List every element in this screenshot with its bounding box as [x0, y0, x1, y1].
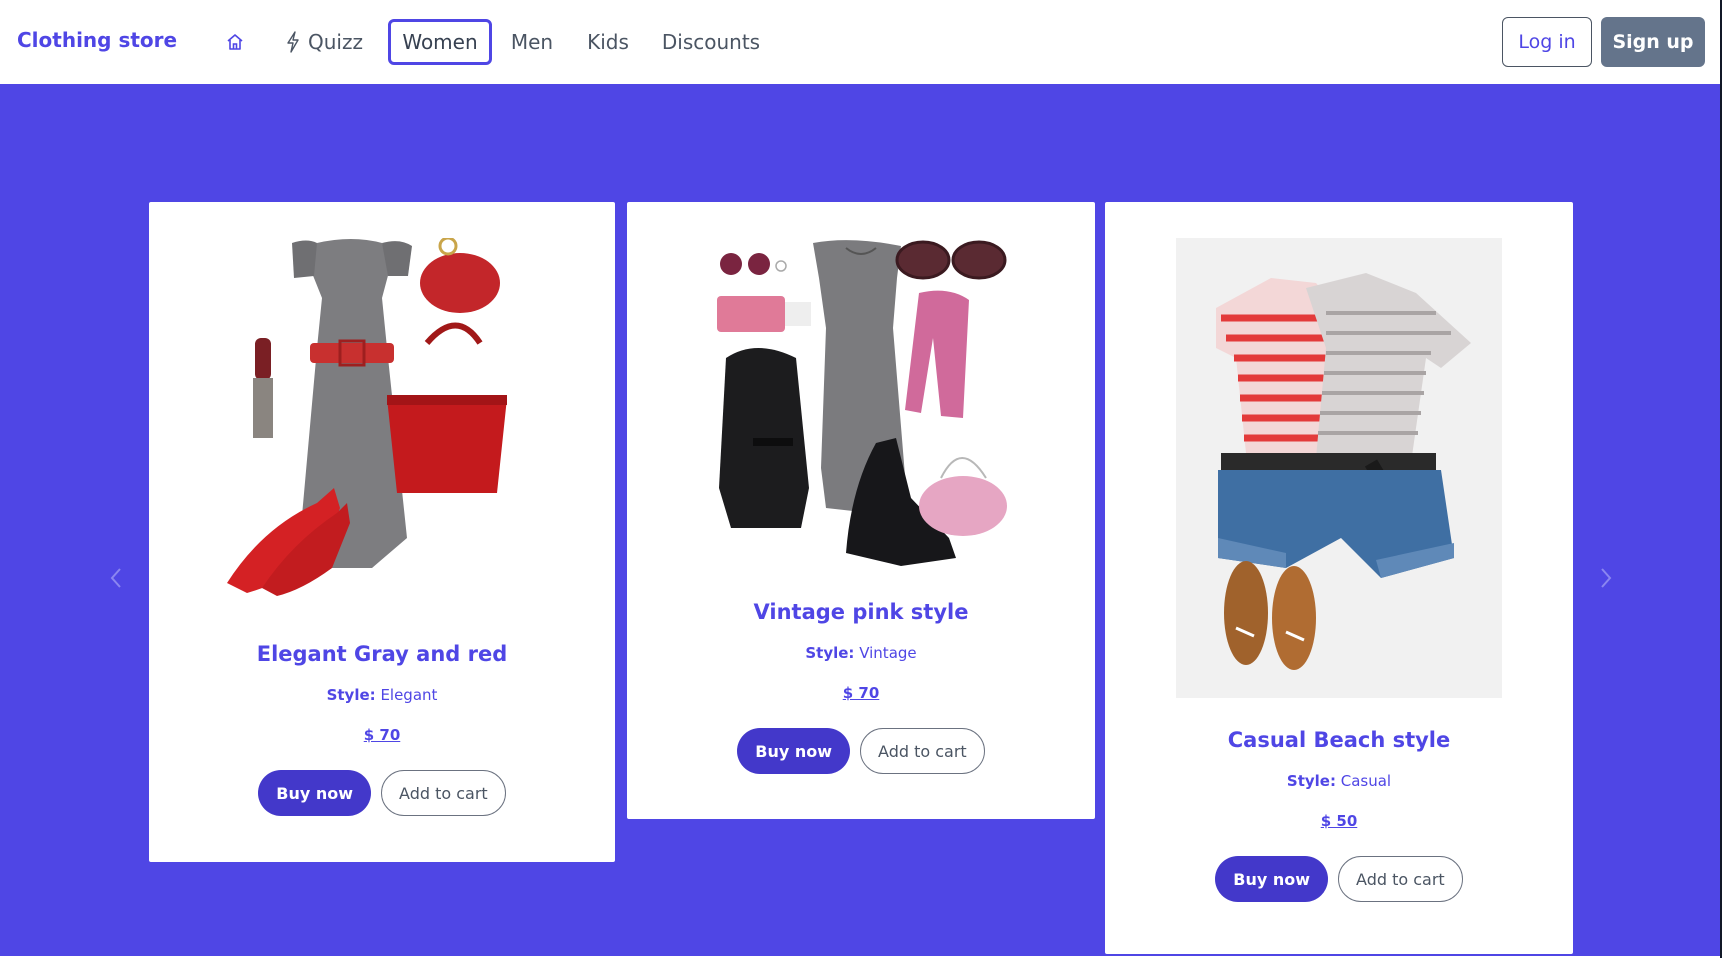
product-actions: Buy now Add to cart: [1215, 856, 1463, 902]
buy-now-button[interactable]: Buy now: [258, 770, 372, 816]
product-image[interactable]: [1176, 238, 1502, 698]
product-style: Style: Casual: [1287, 772, 1391, 790]
style-label: Style:: [326, 686, 376, 704]
style-label: Style:: [805, 644, 855, 662]
product-card: Casual Beach style Style: Casual $ 50 Bu…: [1105, 202, 1573, 954]
nav-discounts[interactable]: Discounts: [660, 19, 762, 65]
product-price[interactable]: $ 70: [364, 726, 401, 744]
nav-women[interactable]: Women: [388, 19, 492, 65]
outfit-carousel: Elegant Gray and red Style: Elegant $ 70…: [0, 84, 1720, 956]
product-title[interactable]: Elegant Gray and red: [257, 642, 508, 666]
login-button[interactable]: Log in: [1502, 17, 1592, 67]
add-to-cart-button[interactable]: Add to cart: [860, 728, 985, 774]
nav-quizz-label: Quizz: [308, 30, 363, 54]
buy-now-button[interactable]: Buy now: [1215, 856, 1329, 902]
top-navbar: Clothing store Quizz Women Men Kids Disc…: [0, 0, 1724, 84]
signup-button[interactable]: Sign up: [1601, 17, 1705, 67]
nav-quizz[interactable]: Quizz: [286, 22, 363, 62]
nav-kids[interactable]: Kids: [584, 19, 632, 65]
carousel-next-button[interactable]: [1596, 564, 1616, 592]
chevron-left-icon: [110, 568, 121, 588]
product-image[interactable]: [222, 236, 542, 608]
product-actions: Buy now Add to cart: [737, 728, 985, 774]
style-value: Casual: [1340, 772, 1392, 790]
product-image[interactable]: [701, 238, 1021, 574]
product-card: Elegant Gray and red Style: Elegant $ 70…: [149, 202, 615, 862]
style-value: Elegant: [380, 686, 438, 704]
brand-logo[interactable]: Clothing store: [17, 28, 177, 52]
product-actions: Buy now Add to cart: [258, 770, 506, 816]
product-card: Vintage pink style Style: Vintage $ 70 B…: [627, 202, 1095, 819]
style-value: Vintage: [859, 644, 917, 662]
lightning-icon: [287, 31, 299, 53]
buy-now-button[interactable]: Buy now: [737, 728, 851, 774]
nav-home[interactable]: [224, 31, 246, 53]
add-to-cart-button[interactable]: Add to cart: [1338, 856, 1463, 902]
product-style: Style: Elegant: [327, 686, 438, 704]
product-price[interactable]: $ 50: [1321, 812, 1358, 830]
style-label: Style:: [1286, 772, 1336, 790]
add-to-cart-button[interactable]: Add to cart: [381, 770, 506, 816]
scrollbar[interactable]: [1720, 0, 1722, 958]
product-price[interactable]: $ 70: [843, 684, 880, 702]
nav-men[interactable]: Men: [506, 19, 558, 65]
product-title[interactable]: Vintage pink style: [754, 600, 969, 624]
home-icon: [227, 34, 243, 50]
carousel-prev-button[interactable]: [106, 564, 126, 592]
chevron-right-icon: [1601, 568, 1612, 588]
product-style: Style: Vintage: [805, 644, 916, 662]
product-title[interactable]: Casual Beach style: [1228, 728, 1451, 752]
